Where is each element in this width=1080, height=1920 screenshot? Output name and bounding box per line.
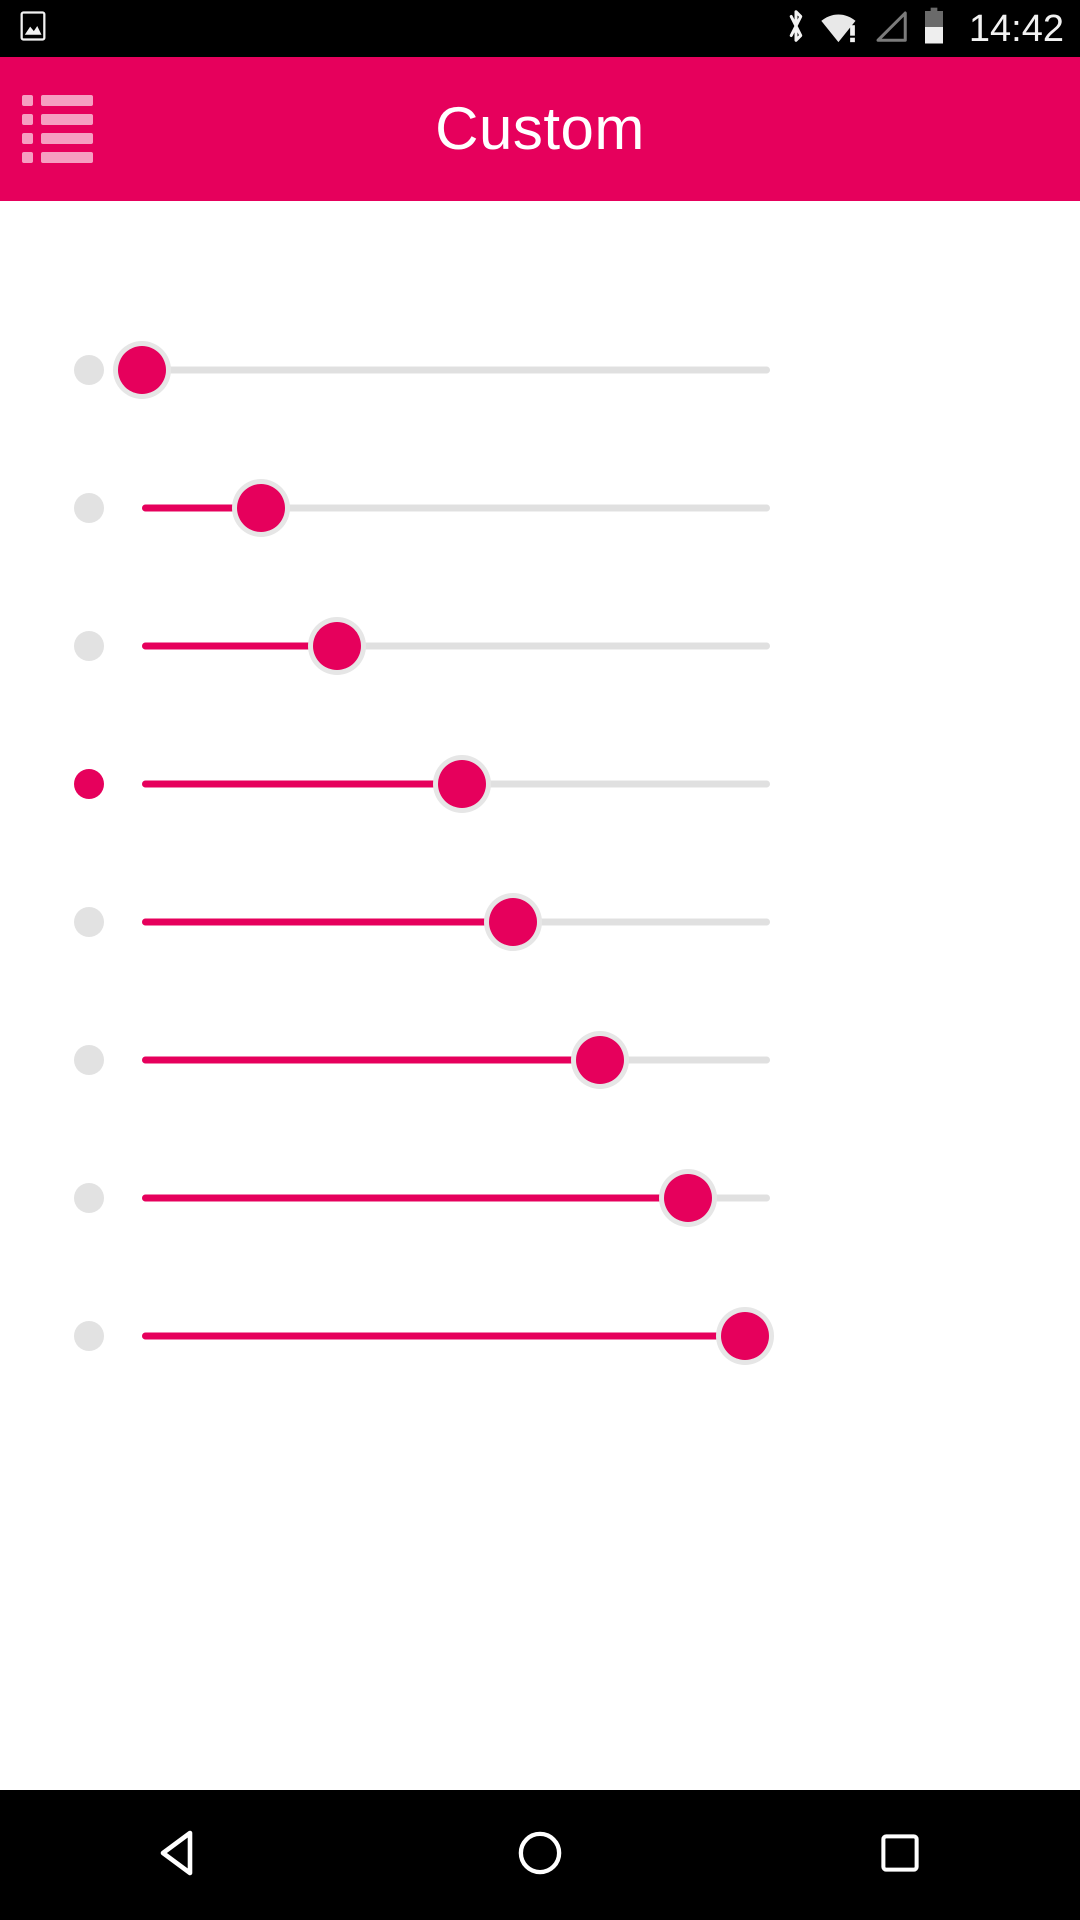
- home-button[interactable]: [440, 1790, 640, 1920]
- slider-thumb[interactable]: [488, 898, 537, 946]
- slider-row: [0, 301, 1080, 439]
- slider-indicator-dot[interactable]: [74, 769, 104, 799]
- slider-indicator-dot[interactable]: [74, 1045, 104, 1075]
- slider-thumb[interactable]: [576, 1036, 625, 1084]
- page-title: Custom: [435, 95, 645, 162]
- slider-row: [0, 1267, 1080, 1405]
- slider-thumb[interactable]: [118, 346, 166, 394]
- slider-thumb[interactable]: [664, 1174, 713, 1222]
- status-bar: 14:42: [0, 0, 1080, 57]
- main-content: [0, 201, 1080, 1790]
- circle-icon: [510, 1823, 570, 1888]
- slider-row: [0, 439, 1080, 577]
- slider-indicator-dot[interactable]: [74, 493, 104, 523]
- slider-thumb[interactable]: [438, 760, 487, 808]
- status-bar-left-icons: [16, 9, 50, 48]
- slider-track-inactive[interactable]: [142, 366, 770, 374]
- slider-list: [0, 301, 1080, 1405]
- slider-thumb[interactable]: [237, 484, 286, 532]
- slider-4[interactable]: [142, 755, 770, 813]
- slider-row: [0, 991, 1080, 1129]
- slider-3[interactable]: [142, 617, 770, 675]
- battery-icon: [921, 6, 947, 51]
- slider-indicator-dot[interactable]: [74, 355, 104, 385]
- slider-6[interactable]: [142, 1031, 770, 1089]
- triangle-left-icon: [148, 1821, 212, 1890]
- slider-row: [0, 577, 1080, 715]
- navigation-bar: [0, 1790, 1080, 1920]
- square-icon: [872, 1825, 928, 1886]
- slider-track-active: [142, 1056, 601, 1064]
- slider-1[interactable]: [113, 341, 770, 399]
- app-bar: Custom: [0, 57, 1080, 201]
- slider-7[interactable]: [142, 1169, 770, 1227]
- slider-track-active: [142, 780, 463, 788]
- slider-thumb[interactable]: [312, 622, 361, 670]
- bluetooth-icon: [783, 7, 809, 50]
- cellular-signal-icon: [871, 7, 911, 50]
- status-bar-clock: 14:42: [968, 7, 1064, 50]
- slider-8[interactable]: [142, 1307, 774, 1365]
- slider-row: [0, 853, 1080, 991]
- slider-track-active: [142, 1332, 745, 1340]
- slider-indicator-dot[interactable]: [74, 907, 104, 937]
- phone-screen: 14:42 Custom: [0, 0, 1080, 1920]
- recents-button[interactable]: [800, 1790, 1000, 1920]
- slider-track-active: [142, 1194, 689, 1202]
- slider-indicator-dot[interactable]: [74, 631, 104, 661]
- back-button[interactable]: [80, 1790, 280, 1920]
- status-bar-right-icons: 14:42: [783, 6, 1064, 51]
- slider-row: [0, 1129, 1080, 1267]
- slider-thumb[interactable]: [720, 1312, 769, 1360]
- slider-indicator-dot[interactable]: [74, 1183, 104, 1213]
- wifi-warning-icon: [819, 7, 861, 50]
- slider-row: [0, 715, 1080, 853]
- slider-2[interactable]: [142, 479, 770, 537]
- slider-track-active: [142, 918, 513, 926]
- slider-5[interactable]: [142, 893, 770, 951]
- photo-icon: [16, 9, 50, 48]
- slider-indicator-dot[interactable]: [74, 1321, 104, 1351]
